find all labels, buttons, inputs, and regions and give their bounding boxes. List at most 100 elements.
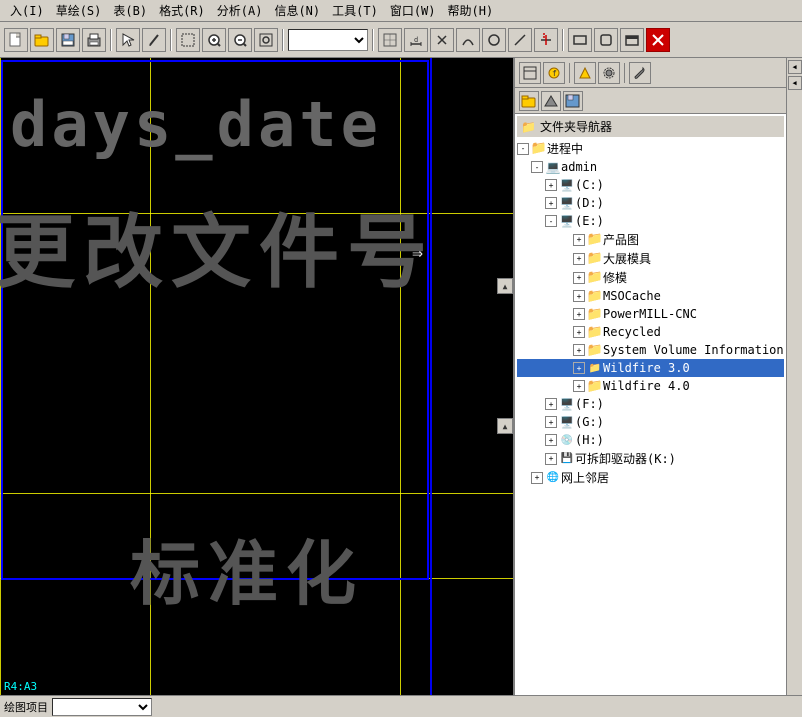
tree-item-g[interactable]: + 🖥️ (G:) — [517, 413, 784, 431]
tree-item-f[interactable]: + 🖥️ (F:) — [517, 395, 784, 413]
tree-item-powermill[interactable]: + 📁 PowerMILL-CNC — [517, 305, 784, 323]
tree-item-wildfire3[interactable]: + 📁 Wildfire 3.0 — [517, 359, 784, 377]
rt-btn-3[interactable] — [574, 62, 596, 84]
tree-item-h[interactable]: + 💿 (H:) — [517, 431, 784, 449]
trim-btn[interactable] — [534, 28, 558, 52]
save-btn[interactable] — [56, 28, 80, 52]
expand-g[interactable]: + — [545, 416, 557, 428]
toolbar-combo[interactable] — [288, 29, 368, 51]
drive-icon-h: 💿 — [559, 432, 575, 448]
v-line-1 — [0, 58, 1, 695]
snap-btn[interactable] — [378, 28, 402, 52]
scroll-down-right[interactable]: ▲ — [497, 418, 513, 434]
menu-item-undo[interactable]: 入(I) — [4, 0, 50, 21]
tree-item-admin[interactable]: - 💻 admin — [517, 158, 784, 176]
expand-network[interactable]: + — [531, 472, 543, 484]
far-right-btn-1[interactable]: ◀ — [788, 60, 802, 74]
expand-h[interactable]: + — [545, 434, 557, 446]
tree-panel[interactable]: 📁 文件夹导航器 - 📁 进程中 - 💻 admin + 🖥️ (C:) — [515, 114, 786, 695]
rt-btn-2[interactable]: f — [543, 62, 565, 84]
shape-btn[interactable] — [594, 28, 618, 52]
tree-item-recycled[interactable]: + 📁 Recycled — [517, 323, 784, 341]
tree-item-sysinfo[interactable]: + 📁 System Volume Information — [517, 341, 784, 359]
open-btn[interactable] — [30, 28, 54, 52]
expand-sysinfo[interactable]: + — [573, 344, 585, 356]
folder-icon-recycled: 📁 — [587, 324, 603, 340]
rect-btn[interactable] — [568, 28, 592, 52]
expand-d[interactable]: + — [545, 197, 557, 209]
new-btn[interactable] — [4, 28, 28, 52]
tree-item-product[interactable]: + 📁 产品图 — [517, 230, 784, 249]
drawing-status: R4:A3 — [4, 680, 37, 693]
tree-item-wildfire4[interactable]: + 📁 Wildfire 4.0 — [517, 377, 784, 395]
menu-item-info[interactable]: 信息(N) — [268, 0, 326, 21]
circle-btn[interactable] — [482, 28, 506, 52]
tree-item-k[interactable]: + 💾 可拆卸驱动器(K:) — [517, 449, 784, 468]
menu-item-help[interactable]: 帮助(H) — [442, 0, 500, 21]
scroll-up-right[interactable]: ▲ — [497, 278, 513, 294]
expand-powermill[interactable]: + — [573, 308, 585, 320]
expand-k[interactable]: + — [545, 453, 557, 465]
right-toolbar: f — [515, 58, 786, 88]
menu-item-tools[interactable]: 工具(T) — [326, 0, 384, 21]
expand-process[interactable]: - — [517, 143, 529, 155]
folder-icon-powermill: 📁 — [587, 306, 603, 322]
tree-item-d[interactable]: + 🖥️ (D:) — [517, 194, 784, 212]
folder-nav-icon: 📁 — [521, 120, 536, 134]
tree-item-process[interactable]: - 📁 进程中 — [517, 139, 784, 158]
rt-btn-gear[interactable] — [598, 62, 620, 84]
arc-btn[interactable] — [456, 28, 480, 52]
expand-f[interactable]: + — [545, 398, 557, 410]
right-panel: f — [515, 58, 786, 695]
tree-item-msocache[interactable]: + 📁 MSOCache — [517, 287, 784, 305]
close-main-btn[interactable] — [646, 28, 670, 52]
menu-item-sketch[interactable]: 草绘(S) — [50, 0, 108, 21]
blue-border — [430, 58, 432, 695]
tree-item-mold[interactable]: + 📁 大展模具 — [517, 249, 784, 268]
rt-btn-1[interactable] — [519, 62, 541, 84]
drawing-area[interactable]: days_date 更改文件号 标准化 ⇒ ▲ ▲ R4:A3 — [0, 58, 515, 695]
tree-header: 📁 文件夹导航器 — [517, 116, 784, 137]
far-right-btn-2[interactable]: ◀ — [788, 76, 802, 90]
zoom-window-btn[interactable] — [254, 28, 278, 52]
menu-item-table[interactable]: 表(B) — [107, 0, 153, 21]
menu-item-analysis[interactable]: 分析(A) — [211, 0, 269, 21]
status-combo[interactable] — [52, 698, 152, 716]
dim-btn[interactable]: d — [404, 28, 428, 52]
tree-label-powermill: PowerMILL-CNC — [603, 307, 697, 321]
tree-label-f: (F:) — [575, 397, 604, 411]
expand-e[interactable]: - — [545, 215, 557, 227]
tree-item-network[interactable]: + 🌐 网上邻居 — [517, 468, 784, 487]
cursor-btn[interactable] — [116, 28, 140, 52]
pencil-btn[interactable] — [142, 28, 166, 52]
expand-c[interactable]: + — [545, 179, 557, 191]
expand-wildfire3[interactable]: + — [573, 362, 585, 374]
expand-mold[interactable]: + — [573, 253, 585, 265]
select-box-btn[interactable] — [176, 28, 200, 52]
expand-msocache[interactable]: + — [573, 290, 585, 302]
rs-up-btn[interactable] — [541, 91, 561, 111]
tree-label-wildfire4: Wildfire 4.0 — [603, 379, 690, 393]
maximize-btn[interactable] — [620, 28, 644, 52]
expand-recycled[interactable]: + — [573, 326, 585, 338]
right-second-toolbar — [515, 88, 786, 114]
rs-save-btn[interactable] — [563, 91, 583, 111]
expand-admin[interactable]: - — [531, 161, 543, 173]
folder-icon-repair: 📁 — [587, 270, 603, 286]
far-right-panel: ◀ ◀ — [786, 58, 802, 695]
expand-wildfire4[interactable]: + — [573, 380, 585, 392]
zoom-in-btn[interactable] — [202, 28, 226, 52]
tree-item-repair[interactable]: + 📁 修模 — [517, 268, 784, 287]
line-btn[interactable] — [508, 28, 532, 52]
tree-item-c[interactable]: + 🖥️ (C:) — [517, 176, 784, 194]
tree-item-e[interactable]: - 🖥️ (E:) — [517, 212, 784, 230]
menu-item-format[interactable]: 格式(R) — [153, 0, 211, 21]
menu-item-window[interactable]: 窗口(W) — [384, 0, 442, 21]
constraint-btn[interactable] — [430, 28, 454, 52]
expand-repair[interactable]: + — [573, 272, 585, 284]
zoom-out-btn[interactable] — [228, 28, 252, 52]
rt-btn-wrench[interactable] — [629, 62, 651, 84]
expand-product[interactable]: + — [573, 234, 585, 246]
print-btn[interactable] — [82, 28, 106, 52]
rs-folder-btn[interactable] — [519, 91, 539, 111]
